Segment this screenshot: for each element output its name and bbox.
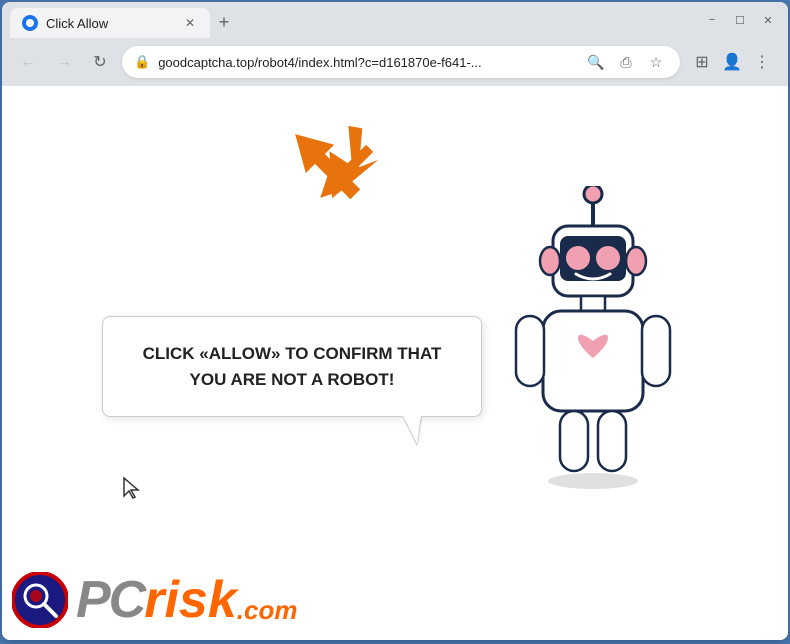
allow-arrow [272, 111, 382, 226]
reload-button[interactable]: ↻ [86, 48, 114, 76]
url-icons: 🔍 ⎙ ☆ [584, 50, 668, 74]
page-content: CLICK «ALLOW» TO CONFIRM THAT YOU ARE NO… [2, 86, 788, 640]
share-icon[interactable]: ⎙ [614, 50, 638, 74]
mouse-cursor [122, 476, 142, 505]
url-text: goodcaptcha.top/robot4/index.html?c=d161… [158, 55, 576, 70]
tab-bar: Click Allow ✕ + [10, 2, 780, 38]
url-bar[interactable]: 🔒 goodcaptcha.top/robot4/index.html?c=d1… [122, 46, 680, 78]
title-bar: Click Allow ✕ + − ☐ ✕ [2, 2, 788, 38]
tab-title: Click Allow [46, 16, 174, 31]
maximize-button[interactable]: ☐ [728, 8, 752, 32]
tab-close-button[interactable]: ✕ [182, 15, 198, 31]
toolbar-icons: ⊞ 👤 ⋮ [688, 48, 776, 76]
active-tab[interactable]: Click Allow ✕ [10, 8, 210, 38]
window-controls: − ☐ ✕ [700, 8, 780, 32]
close-button[interactable]: ✕ [756, 8, 780, 32]
speech-bubble-container: CLICK «ALLOW» TO CONFIRM THAT YOU ARE NO… [102, 316, 482, 417]
tab-favicon [22, 15, 38, 31]
bookmark-icon[interactable]: ☆ [644, 50, 668, 74]
new-tab-button[interactable]: + [210, 8, 238, 36]
pc-text: PC [76, 570, 144, 630]
back-button[interactable]: ← [14, 48, 42, 76]
search-icon[interactable]: 🔍 [584, 50, 608, 74]
profile-icon[interactable]: 👤 [718, 48, 746, 76]
lock-icon: 🔒 [134, 54, 150, 70]
robot-illustration [498, 186, 688, 501]
minimize-button[interactable]: − [700, 8, 724, 32]
pcrisk-text: PC risk .com [76, 570, 297, 630]
browser-window: Click Allow ✕ + − ☐ ✕ ← → ↻ 🔒 goodcaptch… [2, 2, 788, 640]
forward-button[interactable]: → [50, 48, 78, 76]
menu-icon[interactable]: ⋮ [748, 48, 776, 76]
address-bar: ← → ↻ 🔒 goodcaptcha.top/robot4/index.htm… [2, 38, 788, 86]
com-text: .com [237, 595, 298, 626]
risk-text: risk [144, 570, 237, 630]
captcha-message: CLICK «ALLOW» TO CONFIRM THAT YOU ARE NO… [139, 341, 445, 392]
pcrisk-logo: PC risk .com [12, 570, 297, 630]
pcrisk-badge-icon [12, 572, 68, 628]
speech-bubble: CLICK «ALLOW» TO CONFIRM THAT YOU ARE NO… [102, 316, 482, 417]
tab-grid-icon[interactable]: ⊞ [688, 48, 716, 76]
